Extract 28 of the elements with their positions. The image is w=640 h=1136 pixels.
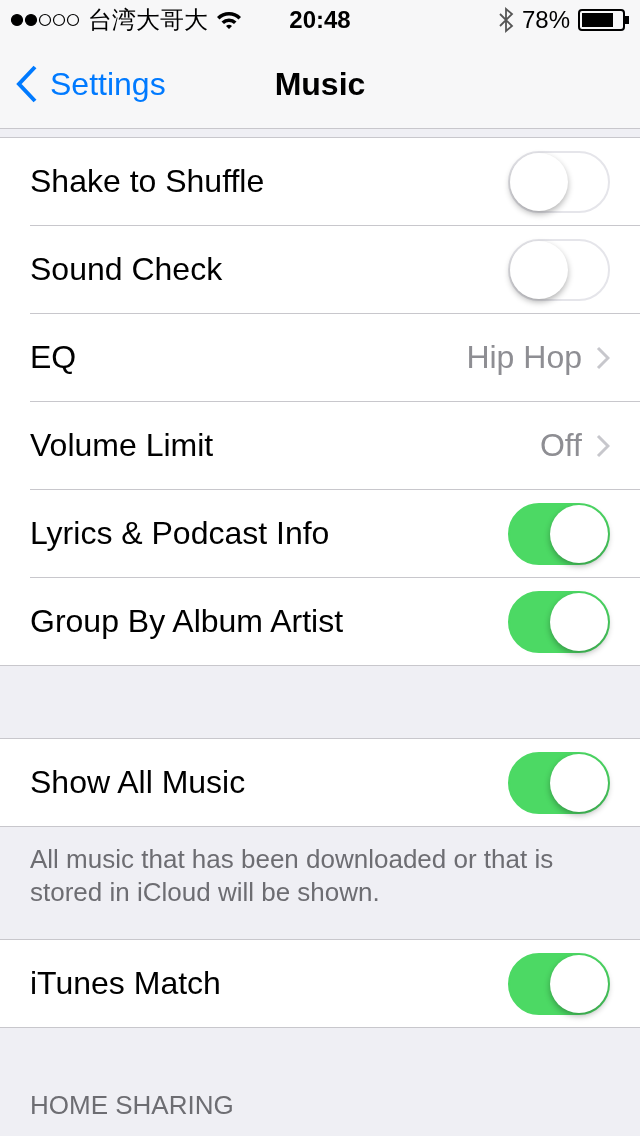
chevron-right-icon[interactable] — [596, 345, 610, 370]
section-footer: All music that has been downloaded or that is stored in iCloud will be shown. — [0, 827, 640, 939]
toggle-switch[interactable] — [508, 952, 610, 1015]
section-header: HOME SHARING — [29, 1089, 235, 1121]
setting-label: iTunes Match — [30, 965, 222, 1002]
bluetooth-icon — [497, 7, 514, 33]
setting-label: Group By Album Artist — [30, 603, 344, 640]
back-button[interactable]: Settings — [0, 65, 166, 103]
setting-label: Volume Limit — [30, 427, 215, 464]
page-title: Music — [274, 65, 366, 103]
signal-icon — [10, 13, 80, 27]
battery-icon — [578, 9, 630, 31]
setting-label: Show All Music — [30, 764, 247, 801]
chevron-right-icon[interactable] — [596, 433, 610, 458]
setting-label: Lyrics & Podcast Info — [30, 515, 331, 552]
setting-label: Shake to Shuffle — [30, 163, 266, 200]
toggle-switch[interactable] — [508, 502, 610, 565]
setting-value: Hip Hop — [466, 339, 582, 376]
toggle-switch[interactable] — [508, 751, 610, 814]
setting-label: EQ — [30, 339, 78, 376]
carrier-name: 台湾大哥大 — [88, 5, 208, 35]
setting-value: Off — [539, 427, 582, 464]
clock-time: 20:48 — [289, 6, 351, 34]
chevron-left-icon — [16, 65, 38, 103]
setting-label: Sound Check — [30, 251, 224, 288]
battery-percentage: 78% — [521, 6, 570, 34]
wifi-icon — [216, 10, 242, 30]
toggle-switch[interactable] — [508, 590, 610, 653]
